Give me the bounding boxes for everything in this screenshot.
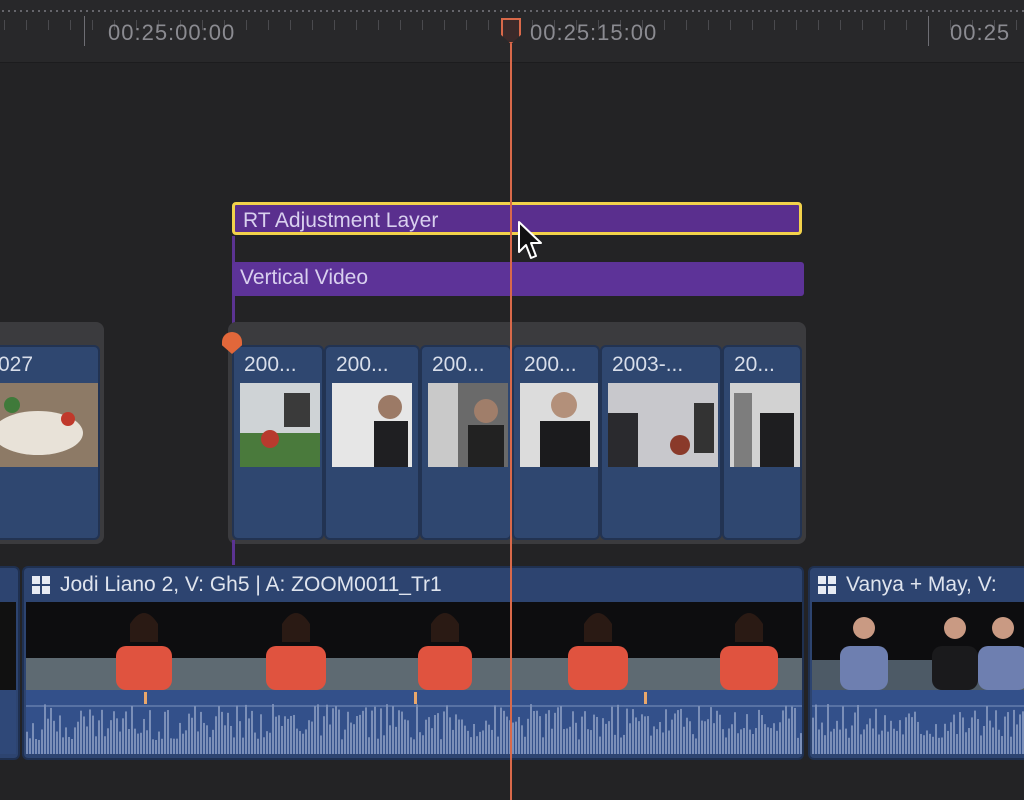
clip-thumbnail <box>608 383 718 467</box>
ruler-tick <box>444 20 445 30</box>
ruler-tick <box>862 20 863 30</box>
ruler-tick <box>48 20 49 30</box>
clip-name: 20... <box>734 353 775 376</box>
ruler-tick <box>92 20 93 30</box>
ruler-tick <box>730 20 731 30</box>
storyline-clip[interactable]: 2003-... <box>600 345 722 540</box>
connection-line <box>232 540 235 565</box>
clip-name: 2003-... <box>612 353 684 376</box>
ruler-tick <box>4 20 5 30</box>
ruler-tick <box>334 20 335 30</box>
audio-waveform <box>812 690 1024 754</box>
ruler-tick <box>290 20 291 30</box>
storyline-clip[interactable]: 200... <box>232 345 324 540</box>
title-clip-label: Vertical Video <box>240 266 369 289</box>
clip-filmstrip <box>26 602 802 690</box>
clip-thumbnail <box>520 383 598 467</box>
primary-clip[interactable]: Jodi Liano 2, V: Gh5 | A: ZOOM0011_Tr1 <box>22 566 804 760</box>
timecode-label: 00:25 <box>950 20 1011 45</box>
storyline-clip[interactable]: 200... <box>512 345 600 540</box>
ruler-major-tick <box>84 16 85 46</box>
clip-name: 200... <box>524 353 577 376</box>
clip-thumbnail <box>0 383 98 467</box>
ruler-tick <box>818 20 819 30</box>
ruler-tick <box>906 20 907 30</box>
primary-clip[interactable]: Vanya + May, V: <box>808 566 1024 760</box>
timecode-label: 00:25:15:00 <box>530 20 658 45</box>
storyline-clip[interactable]: 200... <box>420 345 512 540</box>
storyline-clip[interactable]: 20... <box>722 345 802 540</box>
playhead[interactable] <box>510 36 512 800</box>
clip-grid-icon <box>32 576 50 594</box>
ruler-tick <box>356 20 357 30</box>
title-clip[interactable]: Vertical Video <box>232 262 804 296</box>
clip-name: 027 <box>0 353 34 376</box>
ruler-tick <box>26 20 27 30</box>
clip-grid-icon <box>818 576 836 594</box>
clip-name: 200... <box>336 353 389 376</box>
ruler-tick <box>840 20 841 30</box>
adjustment-layer-label: RT Adjustment Layer <box>243 209 439 232</box>
clip-name: Jodi Liano 2, V: Gh5 | A: ZOOM0011_Tr1 <box>60 573 442 596</box>
timecode-label: 00:25:00:00 <box>108 20 236 45</box>
ruler-tick <box>796 20 797 30</box>
ruler-major-tick <box>928 16 929 46</box>
ruler-tick <box>466 20 467 30</box>
ruler-tick <box>312 20 313 30</box>
ruler-tick <box>378 20 379 30</box>
storyline-clip[interactable]: 200... <box>324 345 420 540</box>
ruler-tick <box>774 20 775 30</box>
ruler-tick <box>246 20 247 30</box>
ruler-tick <box>686 20 687 30</box>
ruler-dots <box>0 10 1024 12</box>
clip-thumbnail <box>730 383 800 467</box>
storyline-clip[interactable]: 027 <box>0 345 100 540</box>
ruler-tick <box>70 20 71 30</box>
ruler-tick <box>268 20 269 30</box>
clip-thumbnail <box>332 383 412 467</box>
clip-name: Vanya + May, V: <box>846 573 997 596</box>
clip-thumbnail <box>428 383 508 467</box>
clip-name: 200... <box>432 353 485 376</box>
ruler-tick <box>488 20 489 30</box>
clip-filmstrip <box>812 602 1024 690</box>
ruler-tick <box>664 20 665 30</box>
ruler-tick <box>884 20 885 30</box>
ruler-tick <box>400 20 401 30</box>
ruler-tick <box>708 20 709 30</box>
ruler-tick <box>752 20 753 30</box>
clip-name: 200... <box>244 353 297 376</box>
ruler-tick <box>1016 20 1017 30</box>
clip-thumbnail <box>240 383 320 467</box>
mouse-pointer-icon <box>518 221 542 259</box>
primary-clip-edge[interactable] <box>0 566 20 760</box>
ruler-tick <box>422 20 423 30</box>
audio-waveform <box>26 690 802 754</box>
